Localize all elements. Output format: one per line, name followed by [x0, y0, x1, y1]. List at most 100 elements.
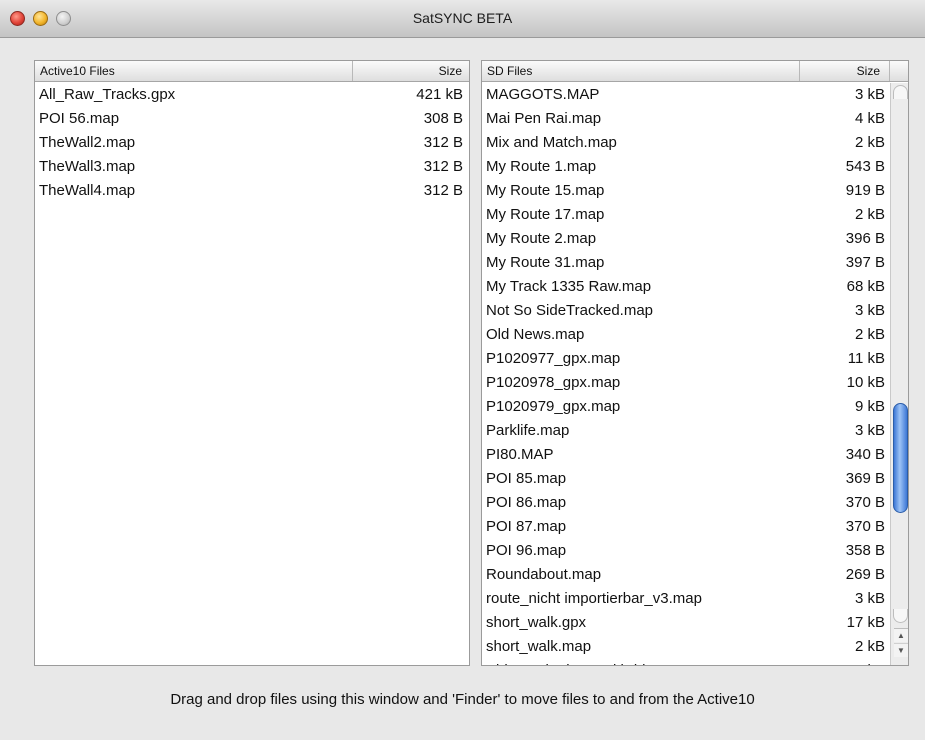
active10-file-name: All_Raw_Tracks.gpx: [39, 86, 176, 103]
sd-file-row[interactable]: Mai Pen Rai.map 4 kB: [482, 107, 888, 131]
sd-file-name: POI 85.map: [486, 470, 567, 487]
active10-file-row[interactable]: TheWall4.map 312 B: [35, 179, 469, 203]
sd-file-size: 358 B: [845, 542, 885, 559]
sd-file-list[interactable]: SD Files Size MAGGOTS.MAP 3 kB Mai Pen Rai…: [481, 60, 909, 666]
sd-file-row[interactable]: POI 87.map 370 B: [482, 515, 888, 539]
sd-file-size: 3 kB: [854, 86, 885, 103]
sd-file-row[interactable]: My Route 15.map 919 B: [482, 179, 888, 203]
active10-file-list[interactable]: Active10 Files Size All_Raw_Tracks.gpx 42…: [34, 60, 470, 666]
active10-file-row[interactable]: POI 56.map 308 B: [35, 107, 469, 131]
sd-file-name: My Route 15.map: [486, 182, 605, 199]
sd-file-size: 2 kB: [854, 134, 885, 151]
active10-file-name: POI 56.map: [39, 110, 120, 127]
sd-file-name: My Route 31.map: [486, 254, 605, 271]
sd-file-row[interactable]: P1020977_gpx.map 11 kB: [482, 347, 888, 371]
sd-file-size: 4 kB: [854, 110, 885, 127]
sd-file-name: short_walk.map: [486, 638, 592, 655]
sd-file-row[interactable]: My Route 31.map 397 B: [482, 251, 888, 275]
sd-list-header: SD Files Size: [482, 61, 908, 82]
sd-file-size: 2 kB: [854, 206, 885, 223]
sd-file-row[interactable]: SideTracked – Hackbridge.map 10 kB: [482, 659, 888, 665]
active10-file-size: 421 kB: [416, 86, 463, 103]
sd-file-row[interactable]: MAGGOTS.MAP 3 kB: [482, 83, 888, 107]
sd-file-name: Mai Pen Rai.map: [486, 110, 602, 127]
active10-file-row[interactable]: TheWall2.map 312 B: [35, 131, 469, 155]
sd-file-name: Not So SideTracked.map: [486, 302, 654, 319]
sd-file-name: POI 96.map: [486, 542, 567, 559]
active10-file-size: 312 B: [423, 158, 463, 175]
active10-file-name: TheWall2.map: [39, 134, 136, 151]
sd-file-row[interactable]: route_nicht importierbar_v3.map 3 kB: [482, 587, 888, 611]
sd-file-size: 396 B: [845, 230, 885, 247]
active10-list-header: Active10 Files Size: [35, 61, 469, 82]
sd-file-size: 269 B: [845, 566, 885, 583]
active10-size-column-header[interactable]: Size: [353, 61, 469, 81]
sd-file-name: SideTracked – Hackbridge.map: [486, 662, 696, 665]
active10-file-name: TheWall4.map: [39, 182, 136, 199]
sd-file-row[interactable]: PI80.MAP 340 B: [482, 443, 888, 467]
sd-file-row[interactable]: Not So SideTracked.map 3 kB: [482, 299, 888, 323]
sd-file-name: My Route 17.map: [486, 206, 605, 223]
sd-file-row[interactable]: short_walk.map 2 kB: [482, 635, 888, 659]
sd-file-name: Roundabout.map: [486, 566, 602, 583]
sd-file-name: MAGGOTS.MAP: [486, 86, 600, 103]
sd-file-row[interactable]: POI 85.map 369 B: [482, 467, 888, 491]
active10-file-size: 308 B: [423, 110, 463, 127]
scroll-up-arrow-icon[interactable]: ▲: [894, 628, 908, 642]
sd-file-size: 9 kB: [854, 398, 885, 415]
active10-file-rows: All_Raw_Tracks.gpx 421 kB POI 56.map 308 B T…: [35, 83, 469, 665]
sd-file-size: 3 kB: [854, 590, 885, 607]
sd-file-row[interactable]: Old News.map 2 kB: [482, 323, 888, 347]
sd-name-column-header[interactable]: SD Files: [482, 61, 800, 81]
scroll-track-top: [893, 85, 908, 99]
sd-file-row[interactable]: My Route 17.map 2 kB: [482, 203, 888, 227]
scroll-thumb[interactable]: [893, 403, 908, 513]
satsync-window: SatSYNC BETA Active10 Files Size All_Raw…: [0, 0, 925, 740]
sd-file-row[interactable]: short_walk.gpx 17 kB: [482, 611, 888, 635]
sd-file-row[interactable]: Mix and Match.map 2 kB: [482, 131, 888, 155]
sd-file-size: 370 B: [845, 494, 885, 511]
sd-file-name: My Route 2.map: [486, 230, 597, 247]
sd-file-row[interactable]: P1020978_gpx.map 10 kB: [482, 371, 888, 395]
sd-vertical-scrollbar[interactable]: ▲ ▼: [890, 83, 908, 665]
sd-file-name: PI80.MAP: [486, 446, 554, 463]
sd-file-name: P1020979_gpx.map: [486, 398, 621, 415]
sd-file-name: Mix and Match.map: [486, 134, 617, 151]
sd-file-name: P1020977_gpx.map: [486, 350, 621, 367]
sd-file-size: 68 kB: [846, 278, 885, 295]
active10-file-row[interactable]: TheWall3.map 312 B: [35, 155, 469, 179]
sd-file-name: short_walk.gpx: [486, 614, 587, 631]
active10-file-size: 312 B: [423, 134, 463, 151]
sd-file-name: Old News.map: [486, 326, 585, 343]
window-title: SatSYNC BETA: [412, 10, 513, 26]
sd-file-size: 397 B: [845, 254, 885, 271]
sd-file-row[interactable]: My Route 2.map 396 B: [482, 227, 888, 251]
sd-file-size: 340 B: [845, 446, 885, 463]
sd-file-name: route_nicht importierbar_v3.map: [486, 590, 702, 607]
sd-file-size: 370 B: [845, 518, 885, 535]
sd-size-column-header[interactable]: Size: [800, 61, 890, 81]
sd-file-name: POI 87.map: [486, 518, 567, 535]
active10-name-column-header[interactable]: Active10 Files: [35, 61, 353, 81]
sd-file-row[interactable]: My Track 1335 Raw.map 68 kB: [482, 275, 888, 299]
sd-file-row[interactable]: Roundabout.map 269 B: [482, 563, 888, 587]
sd-file-size: 3 kB: [854, 302, 885, 319]
scroll-down-arrow-icon[interactable]: ▼: [894, 643, 908, 657]
sd-file-size: 919 B: [845, 182, 885, 199]
sd-file-size: 10 kB: [847, 662, 885, 665]
instruction-text: Drag and drop files using this window an…: [170, 691, 755, 708]
sd-file-size: 3 kB: [854, 422, 885, 439]
active10-file-row[interactable]: All_Raw_Tracks.gpx 421 kB: [35, 83, 469, 107]
sd-file-size: 543 B: [845, 158, 885, 175]
sd-file-size: 2 kB: [854, 638, 885, 655]
sd-file-size: 11 kB: [847, 350, 885, 367]
sd-file-row[interactable]: My Route 1.map 543 B: [482, 155, 888, 179]
sd-file-rows: MAGGOTS.MAP 3 kB Mai Pen Rai.map 4 kB Mix an…: [482, 83, 888, 665]
title-bar: SatSYNC BETA: [0, 0, 925, 38]
sd-file-row[interactable]: Parklife.map 3 kB: [482, 419, 888, 443]
scroll-track-bottom: [893, 609, 908, 623]
sd-file-row[interactable]: POI 96.map 358 B: [482, 539, 888, 563]
sd-file-row[interactable]: P1020979_gpx.map 9 kB: [482, 395, 888, 419]
sd-file-row[interactable]: POI 86.map 370 B: [482, 491, 888, 515]
sd-file-name: POI 86.map: [486, 494, 567, 511]
